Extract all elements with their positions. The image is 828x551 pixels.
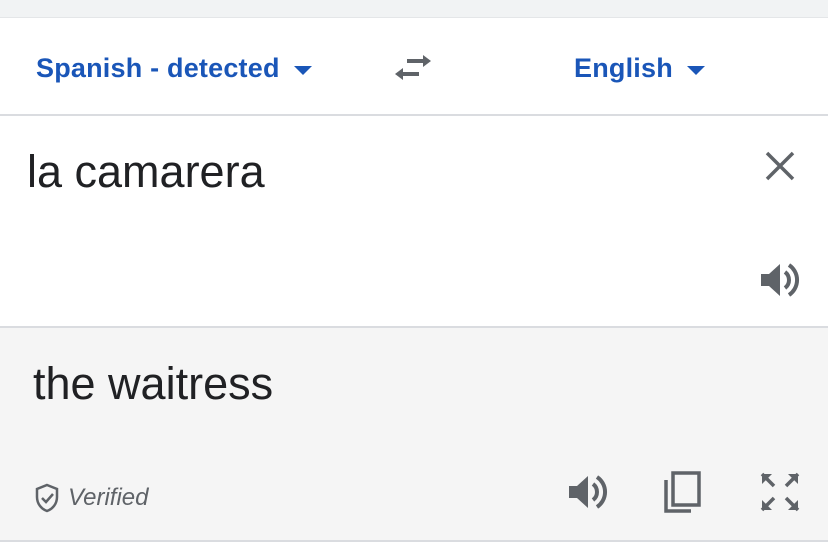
source-language-button[interactable]: Spanish - detected xyxy=(36,51,312,85)
caret-down-icon xyxy=(686,65,705,75)
swap-languages-button[interactable] xyxy=(388,48,438,88)
swap-languages-icon xyxy=(395,55,431,80)
verified-badge[interactable]: Verified xyxy=(34,483,148,513)
speaker-icon xyxy=(569,475,607,509)
translate-widget: Spanish - detected English la camarera t… xyxy=(0,0,828,551)
translated-text: the waitress xyxy=(33,358,274,409)
target-language-label: English xyxy=(574,52,673,83)
listen-translation-button[interactable] xyxy=(564,468,612,516)
copy-icon xyxy=(664,471,701,513)
translation-result-panel: the waitress Verified xyxy=(0,328,828,542)
source-text[interactable]: la camarera xyxy=(27,146,265,198)
source-language-label: Spanish - detected xyxy=(36,52,280,83)
source-text-panel[interactable]: la camarera xyxy=(0,116,828,328)
verified-label: Verified xyxy=(68,484,149,511)
language-bar: Spanish - detected English xyxy=(0,18,828,116)
fullscreen-button[interactable] xyxy=(756,468,804,516)
target-language-button[interactable]: English xyxy=(574,51,705,85)
bottom-strip xyxy=(0,542,828,551)
close-icon xyxy=(765,151,795,181)
fullscreen-icon xyxy=(760,472,800,512)
top-strip xyxy=(0,0,828,18)
listen-source-button[interactable] xyxy=(756,256,804,304)
caret-down-icon xyxy=(293,65,312,75)
speaker-icon xyxy=(761,263,799,297)
copy-translation-button[interactable] xyxy=(658,468,706,516)
shield-check-icon xyxy=(34,483,60,513)
clear-source-button[interactable] xyxy=(758,144,802,188)
